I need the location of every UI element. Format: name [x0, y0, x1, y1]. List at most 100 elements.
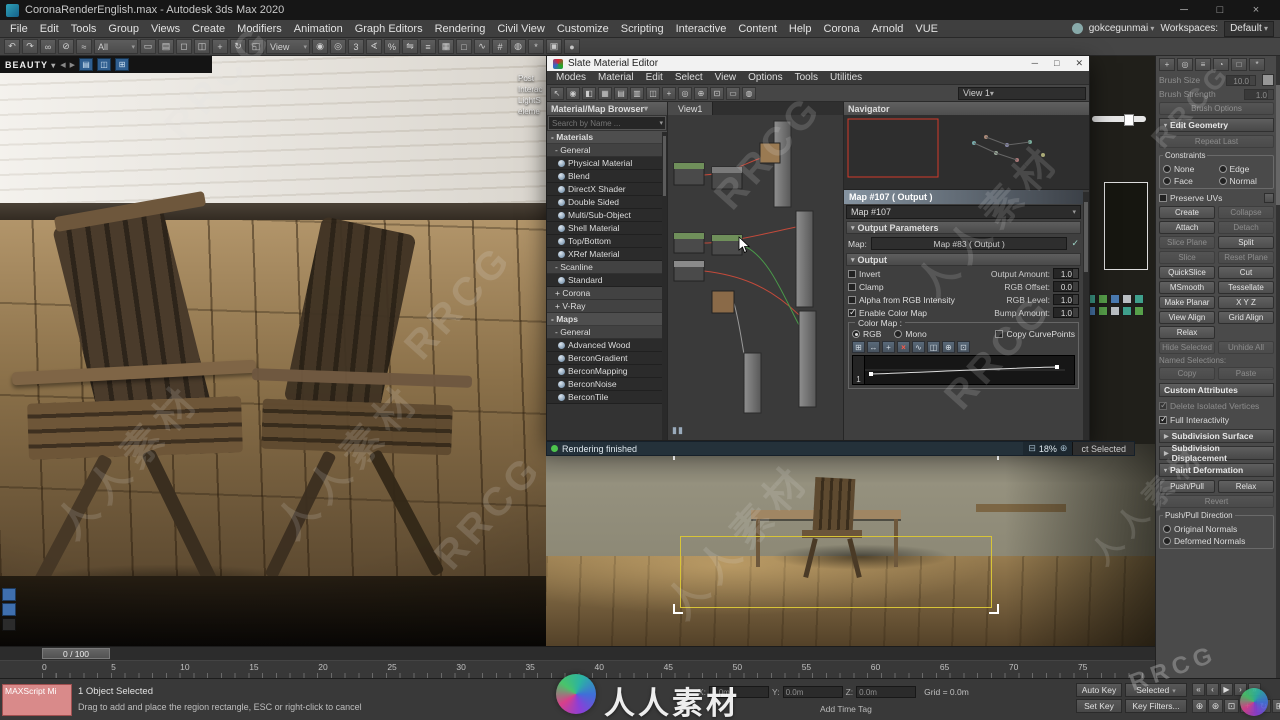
- zoom-region-icon[interactable]: ▭: [726, 86, 740, 100]
- slate-close-button[interactable]: ✕: [1075, 58, 1083, 69]
- use-pivot-center-icon[interactable]: ◉: [312, 39, 328, 54]
- edit-geometry-button[interactable]: Attach: [1159, 221, 1215, 234]
- browser-header[interactable]: Material/Map Browser: [547, 102, 667, 115]
- scale-point-icon[interactable]: ↔: [867, 341, 880, 353]
- browser-item[interactable]: - Scanline: [547, 261, 667, 274]
- move-children-icon[interactable]: +: [662, 86, 676, 100]
- delete-isolated-checkbox[interactable]: [1159, 400, 1168, 411]
- spinner-field[interactable]: 1.0: [1053, 268, 1079, 279]
- user-account-menu[interactable]: gokcegunmai: [1089, 23, 1155, 34]
- vfb-side-label[interactable]: Interac: [518, 85, 542, 94]
- menu-item[interactable]: Interactive: [670, 20, 733, 38]
- spinner-field[interactable]: 0.0: [1053, 281, 1079, 292]
- edit-geometry-button[interactable]: Slice: [1159, 251, 1215, 264]
- menu-item[interactable]: Views: [145, 20, 186, 38]
- angle-snap-icon[interactable]: ∢: [366, 39, 382, 54]
- zoom-out-icon[interactable]: ⊟: [1028, 443, 1036, 454]
- menu-item[interactable]: Graph Editors: [349, 20, 429, 38]
- constraint-radio[interactable]: None: [1163, 164, 1215, 174]
- rectangular-region-icon[interactable]: ◻: [176, 39, 192, 54]
- copy-button[interactable]: Copy: [1159, 367, 1215, 380]
- add-point-icon[interactable]: +: [882, 341, 895, 353]
- edit-geometry-button[interactable]: Cut: [1218, 266, 1274, 279]
- browser-item[interactable]: - General: [547, 326, 667, 339]
- hide-unused-nodeslots-icon[interactable]: ◫: [646, 86, 660, 100]
- play-button[interactable]: ▶: [1220, 683, 1233, 696]
- rollout-custom-attributes[interactable]: Custom Attributes: [1159, 383, 1274, 397]
- edit-geometry-button[interactable]: Relax: [1159, 326, 1215, 339]
- zoom-curve-icon[interactable]: ⊕: [942, 341, 955, 353]
- curve-editor-icon[interactable]: ∿: [474, 39, 490, 54]
- edit-geometry-button[interactable]: Create: [1159, 206, 1215, 219]
- selection-set-dropdown[interactable]: Selected: [1125, 683, 1187, 697]
- percent-snap-icon[interactable]: %: [384, 39, 400, 54]
- pan-tool-icon[interactable]: ◎: [678, 86, 692, 100]
- color-swatch[interactable]: [1262, 74, 1274, 86]
- edit-geometry-button[interactable]: Unhide All: [1218, 341, 1274, 354]
- rollout-paint-deformation[interactable]: ▾ Paint Deformation: [1159, 463, 1274, 477]
- edit-geometry-button[interactable]: Split: [1218, 236, 1274, 249]
- minimize-button[interactable]: ─: [1166, 0, 1202, 20]
- mono-radio[interactable]: [894, 330, 903, 338]
- render-region-rectangle[interactable]: [680, 536, 992, 608]
- browser-item[interactable]: Multi/Sub-Object: [547, 209, 667, 222]
- rollout-output-parameters[interactable]: ▾ Output Parameters: [846, 221, 1081, 234]
- paint-relax-button[interactable]: Relax: [1218, 480, 1274, 493]
- floating-toolbar-icon[interactable]: [1110, 294, 1120, 304]
- browser-item[interactable]: Double Sided: [547, 196, 667, 209]
- time-slider-track[interactable]: 0 / 100: [0, 646, 1155, 660]
- spinner-field[interactable]: 1.0: [1053, 307, 1079, 318]
- viewport-layout-tab[interactable]: [2, 603, 16, 616]
- rgb-radio[interactable]: [852, 330, 860, 338]
- constraint-radio[interactable]: Normal: [1218, 176, 1271, 186]
- copy-image-icon[interactable]: ◫: [97, 58, 112, 71]
- zoom-tool-icon[interactable]: ⊕: [694, 86, 708, 100]
- edit-geometry-button[interactable]: Tessellate: [1218, 281, 1274, 294]
- unlink-icon[interactable]: ⊘: [58, 39, 74, 54]
- browser-search[interactable]: [548, 116, 666, 130]
- viewport-layout-tab[interactable]: [2, 618, 16, 631]
- edit-geometry-button[interactable]: Detach: [1218, 221, 1274, 234]
- pause-nodes-icon[interactable]: ▮▮: [672, 425, 684, 436]
- bind-spacewarp-icon[interactable]: ≈: [76, 39, 92, 54]
- brush-options-button[interactable]: Brush Options: [1159, 102, 1274, 115]
- select-manipulate-icon[interactable]: ◎: [330, 39, 346, 54]
- orbit-button[interactable]: ↻: [1256, 699, 1271, 713]
- parameter-scrollbar[interactable]: [1083, 192, 1089, 440]
- render-production-icon[interactable]: ●: [564, 39, 580, 54]
- show-shaded-icon[interactable]: ◧: [582, 86, 596, 100]
- floating-toolbar-icon[interactable]: [1110, 306, 1120, 316]
- browser-item[interactable]: Top/Bottom: [547, 235, 667, 248]
- output-checkbox[interactable]: [848, 307, 857, 318]
- brush-size-field[interactable]: 10.0: [1226, 74, 1256, 86]
- slate-menu-item[interactable]: Utilities: [825, 72, 867, 83]
- tab-modify[interactable]: ◎: [1177, 58, 1193, 71]
- move-point-icon[interactable]: ⊞: [852, 341, 865, 353]
- pan-button[interactable]: +: [1240, 699, 1255, 713]
- repeat-last-button[interactable]: Repeat Last: [1159, 135, 1274, 148]
- vfb-side-label[interactable]: eleme: [518, 107, 542, 116]
- map-enable-check[interactable]: ✓: [1071, 238, 1079, 249]
- edit-geometry-button[interactable]: QuickSlice: [1159, 266, 1215, 279]
- browser-item[interactable]: Blend: [547, 170, 667, 183]
- delete-point-icon[interactable]: ×: [897, 341, 910, 353]
- edit-geometry-button[interactable]: Reset Plane: [1218, 251, 1274, 264]
- browser-item[interactable]: Advanced Wood: [547, 339, 667, 352]
- navigator-header[interactable]: Navigator: [844, 102, 1089, 115]
- rollout-subdivision-surface[interactable]: ▶ Subdivision Surface: [1159, 429, 1274, 443]
- slate-menu-item[interactable]: Select: [670, 72, 708, 83]
- y-coordinate-field[interactable]: 0.0m: [782, 686, 843, 698]
- edit-geometry-button[interactable]: Slice Plane: [1159, 236, 1215, 249]
- menu-item[interactable]: Scripting: [615, 20, 670, 38]
- material-editor-icon[interactable]: ◍: [510, 39, 526, 54]
- menu-item[interactable]: Create: [186, 20, 231, 38]
- menu-item[interactable]: Edit: [34, 20, 65, 38]
- rendered-frame-icon[interactable]: ▣: [546, 39, 562, 54]
- navigator-canvas[interactable]: [844, 115, 1089, 190]
- preview-icon[interactable]: ◍: [742, 86, 756, 100]
- maximize-viewport-button[interactable]: ⊞: [1272, 699, 1280, 713]
- go-to-end-button[interactable]: »: [1248, 683, 1261, 696]
- edit-geometry-button[interactable]: Make Planar: [1159, 296, 1215, 309]
- redo-icon[interactable]: ↷: [22, 39, 38, 54]
- rollout-output[interactable]: ▾ Output: [846, 253, 1081, 266]
